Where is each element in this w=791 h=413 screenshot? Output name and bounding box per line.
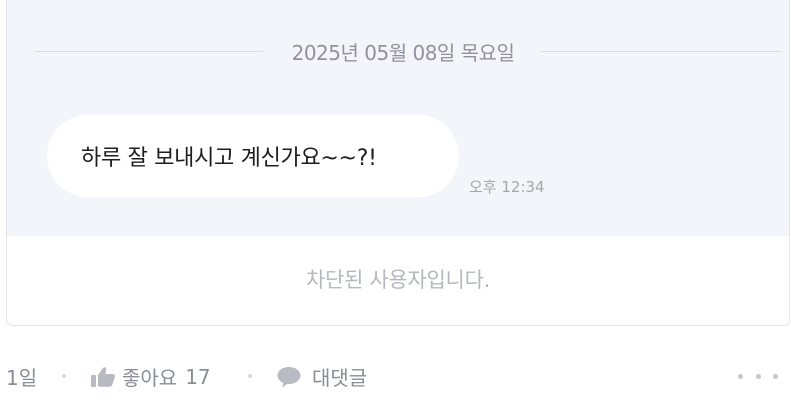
speech-bubble-icon xyxy=(276,365,302,389)
separator-dot xyxy=(248,374,252,378)
divider-line-right xyxy=(541,51,781,52)
reply-button[interactable]: 대댓글 xyxy=(276,362,367,391)
separator-dot xyxy=(62,374,66,378)
comment-age: 1일 xyxy=(6,365,38,390)
blocked-notice: 차단된 사용자입니다. xyxy=(306,267,490,292)
message-text: 하루 잘 보내시고 계신가요~~?! xyxy=(81,146,377,171)
chat-card: 2025년 05월 08일 목요일 하루 잘 보내시고 계신가요~~?! 오후 … xyxy=(6,0,790,326)
blocked-notice-area: 차단된 사용자입니다. xyxy=(7,236,789,325)
comment-item: 2025년 05월 08일 목요일 하루 잘 보내시고 계신가요~~?! 오후 … xyxy=(0,0,791,413)
more-horizontal-icon xyxy=(755,373,761,379)
like-label: 좋아요 xyxy=(122,366,178,390)
date-divider: 2025년 05월 08일 목요일 xyxy=(7,33,789,69)
date-divider-text: 2025년 05월 08일 목요일 xyxy=(291,41,515,65)
chat-area: 2025년 05월 08일 목요일 하루 잘 보내시고 계신가요~~?! 오후 … xyxy=(7,0,789,236)
thumbs-up-icon xyxy=(90,365,116,389)
comment-footer: 1일 좋아요 17 대댓글 xyxy=(0,358,791,394)
more-options-button[interactable] xyxy=(738,364,778,388)
reply-label: 대댓글 xyxy=(312,366,368,390)
more-horizontal-icon xyxy=(773,373,778,379)
message-time: 오후 12:34 xyxy=(469,178,545,196)
like-count: 17 xyxy=(185,364,211,389)
like-button[interactable]: 좋아요 17 xyxy=(90,362,211,391)
message-bubble: 하루 잘 보내시고 계신가요~~?! xyxy=(47,115,459,197)
more-horizontal-icon xyxy=(738,373,743,379)
divider-line-left xyxy=(35,51,263,52)
